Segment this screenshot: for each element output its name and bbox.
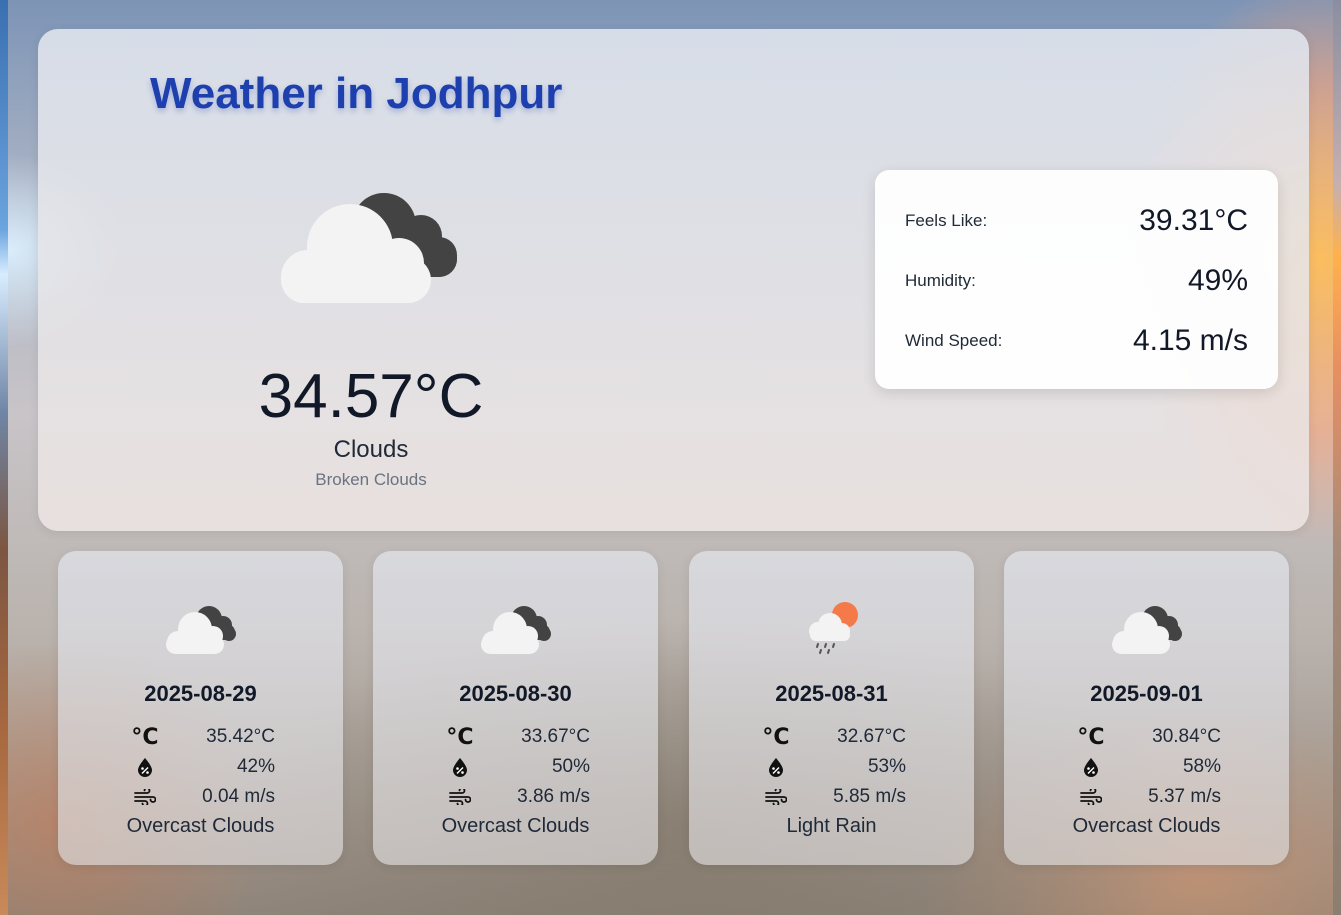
broken-clouds-icon — [166, 606, 236, 654]
forecast-humidity-row: 58% — [1076, 753, 1221, 781]
broken-clouds-icon — [1112, 606, 1182, 654]
forecast-temperature: 30.84°C — [1152, 726, 1221, 747]
celsius-icon: °C — [131, 724, 159, 750]
celsius-icon: °C — [446, 724, 474, 750]
forecast-description: Overcast Clouds — [126, 815, 275, 837]
humidity-drop-icon — [1076, 757, 1106, 777]
current-weather-card: Weather in Jodhpur 34.57°C Clouds Broken… — [38, 29, 1309, 531]
forecast-date: 2025-08-29 — [144, 681, 257, 706]
forecast-description: Overcast Clouds — [441, 815, 590, 837]
forecast-description: Overcast Clouds — [1072, 815, 1221, 837]
humidity-value: 49% — [1187, 264, 1248, 297]
forecast-wind-speed: 0.04 m/s — [202, 786, 275, 807]
forecast-wind-row: 0.04 m/s — [130, 783, 275, 811]
forecast-humidity: 53% — [867, 756, 906, 777]
details-panel: Feels Like: 39.31°C Humidity: 49% Wind S… — [875, 170, 1278, 389]
forecast-humidity-row: 53% — [761, 753, 906, 781]
forecast-temperature: 32.67°C — [837, 726, 906, 747]
forecast-wind-speed: 5.37 m/s — [1148, 786, 1221, 807]
forecast-temp-row: °C 30.84°C — [1076, 723, 1221, 751]
forecast-card: 2025-08-29 °C 35.42°C 42% 0.04 m/s Overc… — [58, 551, 343, 865]
forecast-wind-row: 5.85 m/s — [761, 783, 906, 811]
wind-speed-value: 4.15 m/s — [1132, 324, 1248, 357]
celsius-icon: °C — [1077, 724, 1105, 750]
celsius-icon: °C — [762, 724, 790, 750]
current-condition: Clouds — [333, 436, 409, 463]
forecast-card: 2025-08-31 °C 32.67°C 53% 5.85 m/s Light… — [689, 551, 974, 865]
forecast-card: 2025-09-01 °C 30.84°C 58% 5.37 m/s Overc… — [1004, 551, 1289, 865]
forecast-humidity: 42% — [236, 756, 275, 777]
humidity-drop-icon — [445, 757, 475, 777]
forecast-humidity: 50% — [551, 756, 590, 777]
wind-icon — [1076, 789, 1106, 805]
forecast-wind-row: 3.86 m/s — [445, 783, 590, 811]
humidity-row: Humidity: 49% — [905, 261, 1248, 301]
forecast-temperature: 35.42°C — [206, 726, 275, 747]
forecast-temp-row: °C 32.67°C — [761, 723, 906, 751]
wind-speed-label: Wind Speed: — [905, 331, 1003, 350]
forecast-wind-row: 5.37 m/s — [1076, 783, 1221, 811]
background-edge-right — [1333, 0, 1341, 915]
humidity-drop-icon — [761, 757, 791, 777]
forecast-humidity-row: 50% — [445, 753, 590, 781]
forecast-humidity: 58% — [1182, 756, 1221, 777]
humidity-drop-icon — [130, 757, 160, 777]
forecast-temp-row: °C 35.42°C — [130, 723, 275, 751]
page-title: Weather in Jodhpur — [150, 69, 563, 118]
forecast-wind-speed: 5.85 m/s — [833, 786, 906, 807]
wind-icon — [761, 789, 791, 805]
forecast-date: 2025-08-30 — [459, 681, 572, 706]
background-edge-left — [0, 0, 8, 915]
current-temperature: 34.57°C — [258, 362, 484, 431]
broken-clouds-icon — [281, 193, 457, 303]
broken-clouds-icon — [481, 606, 551, 654]
forecast-temp-row: °C 33.67°C — [445, 723, 590, 751]
forecast-card: 2025-08-30 °C 33.67°C 50% 3.86 m/s Overc… — [373, 551, 658, 865]
forecast-humidity-row: 42% — [130, 753, 275, 781]
forecast-date: 2025-09-01 — [1090, 681, 1203, 706]
feels-like-value: 39.31°C — [1139, 204, 1248, 237]
forecast-date: 2025-08-31 — [775, 681, 888, 706]
wind-icon — [130, 789, 160, 805]
light-rain-sun-icon — [809, 602, 858, 654]
feels-like-row: Feels Like: 39.31°C — [905, 201, 1248, 241]
wind-speed-row: Wind Speed: 4.15 m/s — [905, 321, 1248, 361]
forecast-wind-speed: 3.86 m/s — [517, 786, 590, 807]
current-description: Broken Clouds — [315, 470, 427, 489]
feels-like-label: Feels Like: — [905, 211, 988, 230]
forecast-temperature: 33.67°C — [521, 726, 590, 747]
wind-icon — [445, 789, 475, 805]
humidity-label: Humidity: — [905, 271, 976, 290]
forecast-description: Light Rain — [786, 815, 877, 837]
